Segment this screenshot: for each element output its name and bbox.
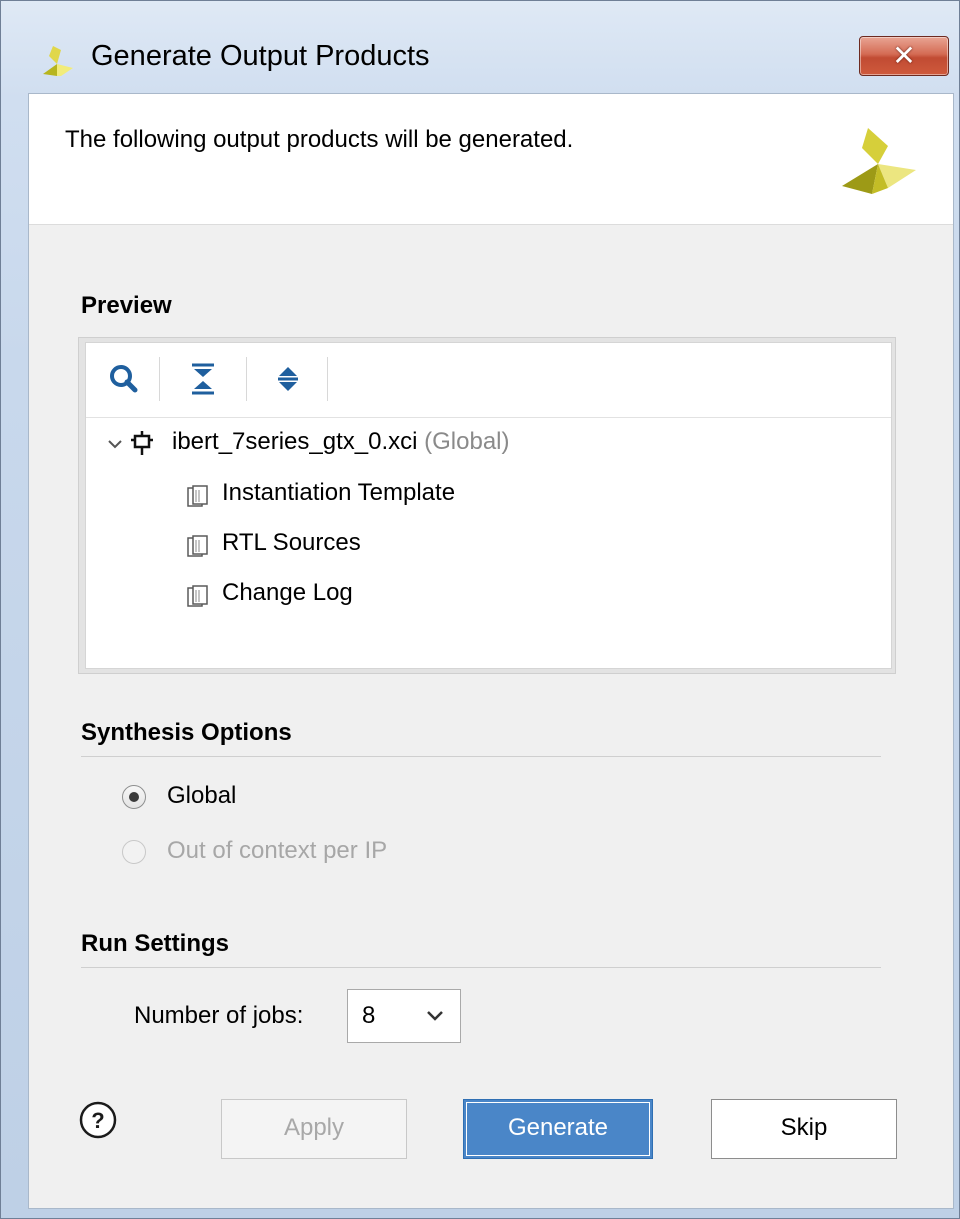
run-settings-label: Run Settings (81, 930, 229, 957)
chevron-down-icon[interactable] (106, 435, 124, 453)
header-band: The following output products will be ge… (29, 94, 953, 225)
tree-item-change-log[interactable]: Change Log (222, 579, 353, 607)
number-of-jobs-value: 8 (362, 1002, 376, 1029)
ip-core-icon (131, 431, 153, 455)
search-icon[interactable] (104, 359, 144, 399)
section-divider (81, 967, 881, 968)
help-icon: ? (91, 1108, 104, 1133)
section-divider (81, 756, 881, 757)
close-button[interactable]: ✕ (859, 36, 949, 76)
dialog-window: Generate Output Products ✕ The following… (0, 0, 960, 1219)
skip-button[interactable]: Skip (711, 1099, 897, 1159)
number-of-jobs-select[interactable]: 8 (347, 989, 461, 1043)
preview-toolbar (86, 343, 891, 418)
preview-panel: ibert_7series_gtx_0.xci (Global) Instant… (78, 337, 896, 674)
toolbar-separator (327, 357, 328, 401)
header-message: The following output products will be ge… (65, 126, 574, 153)
chevron-down-icon (427, 1011, 443, 1021)
window-title: Generate Output Products (91, 40, 430, 72)
tree-item-rtl-sources[interactable]: RTL Sources (222, 529, 361, 557)
generate-button[interactable]: Generate (463, 1099, 653, 1159)
file-icon (187, 485, 208, 507)
xilinx-logo-icon (43, 46, 73, 76)
dialog-client: The following output products will be ge… (28, 93, 954, 1209)
number-of-jobs-label: Number of jobs: (134, 1002, 304, 1029)
radio-out-of-context[interactable] (122, 840, 146, 864)
collapse-all-icon[interactable] (183, 359, 223, 399)
tree-root-scope: (Global) (424, 428, 510, 455)
apply-button[interactable]: Apply (221, 1099, 407, 1159)
toolbar-separator (246, 357, 247, 401)
xilinx-logo-icon (842, 128, 916, 194)
expand-all-icon[interactable] (268, 359, 308, 399)
toolbar-separator (159, 357, 160, 401)
file-icon (187, 585, 208, 607)
radio-out-of-context-label[interactable]: Out of context per IP (167, 837, 387, 865)
radio-global-label[interactable]: Global (167, 782, 236, 810)
help-button[interactable]: ? (78, 1100, 118, 1140)
radio-global[interactable] (122, 785, 146, 809)
preview-tree-panel: ibert_7series_gtx_0.xci (Global) Instant… (85, 342, 892, 669)
tree-item-instantiation-template[interactable]: Instantiation Template (222, 479, 455, 507)
synthesis-options-label: Synthesis Options (81, 719, 292, 746)
file-icon (187, 535, 208, 557)
tree-root-name: ibert_7series_gtx_0.xci (172, 428, 418, 455)
preview-label: Preview (81, 292, 172, 319)
tree-root-item[interactable]: ibert_7series_gtx_0.xci (Global) (172, 428, 510, 456)
close-icon: ✕ (892, 39, 916, 72)
title-bar[interactable]: Generate Output Products ✕ (2, 2, 960, 92)
